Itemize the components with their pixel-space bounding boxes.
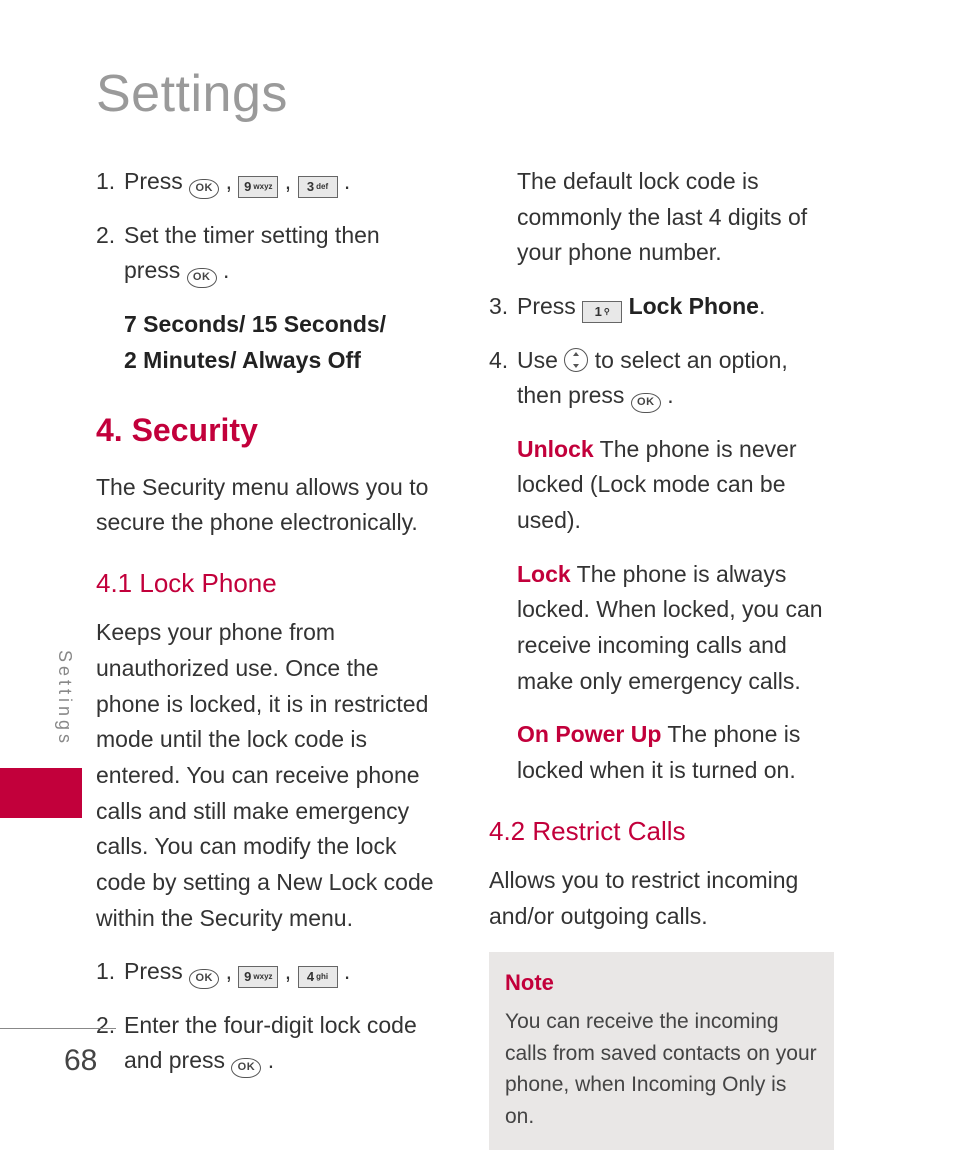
key-9-icon: 9wxyz [238, 966, 278, 988]
step-4: 4. Use to select an option, then press O… [489, 343, 834, 414]
ok-icon: OK [187, 268, 217, 288]
text: Press [517, 293, 582, 319]
step-number: 3. [489, 289, 517, 325]
security-intro: The Security menu allows you to secure t… [96, 470, 441, 541]
step-number: 1. [96, 164, 124, 200]
text: . [667, 382, 673, 408]
nav-up-down-icon [564, 348, 588, 372]
lock-phone-label: Lock Phone [629, 293, 759, 319]
note-body: You can receive the incoming calls from … [505, 1006, 818, 1132]
content-columns: 1. Press OK , 9wxyz , 3def . 2. Set the … [96, 164, 874, 1150]
option-on-power-up: On Power Up The phone is locked when it … [517, 717, 834, 788]
side-tab-marker [0, 768, 82, 818]
text: , [285, 168, 298, 194]
page-number: 68 [64, 1044, 97, 1078]
key-4-icon: 4ghi [298, 966, 338, 988]
left-column: 1. Press OK , 9wxyz , 3def . 2. Set the … [96, 164, 441, 1150]
lock-phone-desc: Keeps your phone from unauthorized use. … [96, 615, 441, 936]
step-number: 2. [96, 218, 124, 289]
step-body: Press OK , 9wxyz , 4ghi . [124, 954, 441, 990]
heading-lock-phone: 4.1 Lock Phone [96, 563, 441, 603]
text: , [226, 168, 239, 194]
ok-icon: OK [189, 969, 219, 989]
lock-step-2: 2. Enter the four-digit lock code and pr… [96, 1008, 441, 1079]
step-body: Use to select an option, then press OK . [517, 343, 834, 414]
on-power-up-label: On Power Up [517, 721, 661, 747]
text: . [344, 168, 350, 194]
step-number: 4. [489, 343, 517, 414]
step-body: Press 1⚲ Lock Phone. [517, 289, 834, 325]
step-body: Press OK , 9wxyz , 3def . [124, 164, 441, 200]
step-1: 1. Press OK , 9wxyz , 3def . [96, 164, 441, 200]
text: , [226, 958, 239, 984]
step-3: 3. Press 1⚲ Lock Phone. [489, 289, 834, 325]
timer-options: 7 Seconds/ 15 Seconds/ 2 Minutes/ Always… [124, 307, 441, 378]
unlock-label: Unlock [517, 436, 594, 462]
right-column: The default lock code is commonly the la… [489, 164, 834, 1150]
restrict-calls-desc: Allows you to restrict incoming and/or o… [489, 863, 834, 934]
key-9-icon: 9wxyz [238, 176, 278, 198]
lock-step-1: 1. Press OK , 9wxyz , 4ghi . [96, 954, 441, 990]
text: . [268, 1047, 274, 1073]
text: . [759, 293, 765, 319]
key-1-icon: 1⚲ [582, 301, 622, 323]
text: . [223, 257, 229, 283]
text: Use [517, 347, 564, 373]
step-number: 2. [96, 1008, 124, 1079]
step-2: 2. Set the timer setting then press OK . [96, 218, 441, 289]
heading-restrict-calls: 4.2 Restrict Calls [489, 811, 834, 851]
ok-icon: OK [631, 393, 661, 413]
note-box: Note You can receive the incoming calls … [489, 952, 834, 1150]
step-body: Set the timer setting then press OK . [124, 218, 441, 289]
manual-page: Settings 1. Press OK , 9wxyz , 3def . 2. [0, 0, 954, 1145]
default-lock-code: The default lock code is commonly the la… [517, 164, 834, 271]
option-lock: Lock The phone is always locked. When lo… [517, 557, 834, 700]
ok-icon: OK [231, 1058, 261, 1078]
text: Set the timer setting then press [124, 222, 380, 284]
step-number: 1. [96, 954, 124, 990]
ok-icon: OK [189, 179, 219, 199]
text: Press [124, 168, 189, 194]
key-3-icon: 3def [298, 176, 338, 198]
text: , [285, 958, 298, 984]
step-body: Enter the four-digit lock code and press… [124, 1008, 441, 1079]
text: . [344, 958, 350, 984]
footer-rule [0, 1028, 116, 1029]
option-line: 7 Seconds/ 15 Seconds/ [124, 307, 441, 343]
heading-security: 4. Security [96, 406, 441, 456]
side-tab-label: Settings [54, 650, 75, 747]
text: Press [124, 958, 189, 984]
option-unlock: Unlock The phone is never locked (Lock m… [517, 432, 834, 539]
lock-label: Lock [517, 561, 571, 587]
note-title: Note [505, 966, 818, 1000]
page-title: Settings [96, 64, 874, 124]
option-line: 2 Minutes/ Always Off [124, 343, 441, 379]
